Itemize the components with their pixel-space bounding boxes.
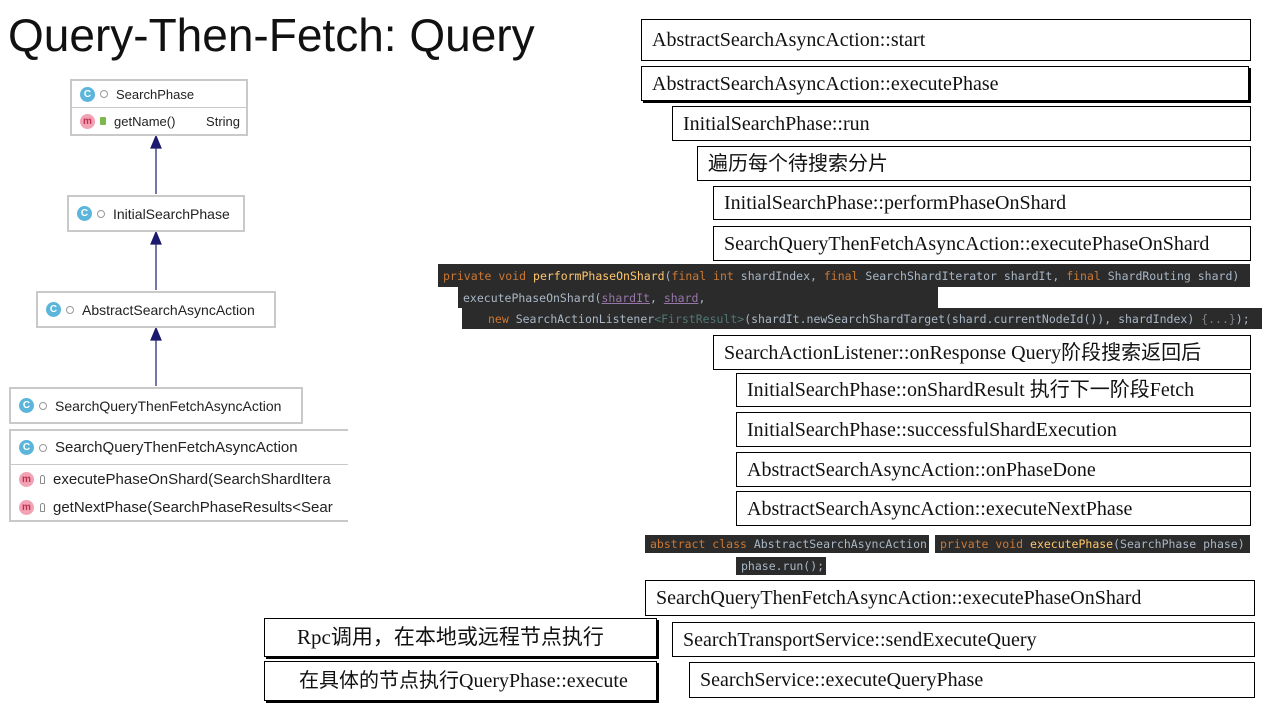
code-text: (shardIt.newSearchShardTarget(shard.curr… <box>744 311 1202 326</box>
call-step-start: AbstractSearchAsyncAction::start <box>641 19 1251 61</box>
code-keyword: private void <box>443 268 534 283</box>
method-icon: m <box>19 499 34 515</box>
code-new-listener: new SearchActionListener <FirstResult> (sh… <box>462 308 1262 329</box>
code-text: shardIndex, <box>740 268 824 283</box>
class-icon: C <box>77 206 92 221</box>
class-icon: C <box>19 440 34 455</box>
code-text: ); <box>1235 311 1250 326</box>
inherit-arrowhead-1 <box>150 134 162 149</box>
note-rpc: Rpc调用，在本地或远程节点执行 <box>264 618 657 657</box>
call-step-on-shard-result: InitialSearchPhase::onShardResult 执行下一阶段… <box>736 373 1251 407</box>
protected-key-icon <box>40 502 45 512</box>
inherit-arrowhead-2 <box>150 230 162 245</box>
call-step-on-phase-done: AbstractSearchAsyncAction::onPhaseDone <box>736 452 1251 487</box>
method-execute-phase-on-shard: executePhaseOnShard(SearchShardItera <box>53 470 331 488</box>
code-execute-phase-on-shard-call: executePhaseOnShard(shardIt, shard, <box>458 287 938 308</box>
inherit-arrowhead-3 <box>150 326 162 341</box>
code-perform-phase-on-shard: private void performPhaseOnShard(final i… <box>438 264 1250 287</box>
code-fold[interactable]: {...} <box>1201 312 1236 326</box>
call-step-successful-shard-execution: InitialSearchPhase::successfulShardExecu… <box>736 412 1251 447</box>
code-function: performPhaseOnShard <box>533 268 665 283</box>
code-keyword: final <box>1066 268 1108 283</box>
visibility-icon <box>39 443 47 452</box>
code-param: shardIt <box>601 290 650 305</box>
class-initial-search-phase[interactable]: C InitialSearchPhase <box>67 195 245 232</box>
code-execute-phase: private void executePhase (SearchPhase ph… <box>935 535 1250 553</box>
class-icon: C <box>19 398 34 413</box>
code-generic: <FirstResult> <box>654 311 745 326</box>
call-step-initial-run: InitialSearchPhase::run <box>672 106 1251 141</box>
class-name: SearchQueryThenFetchAsyncAction <box>55 397 282 414</box>
call-step-execute-phase-on-shard-2: SearchQueryThenFetchAsyncAction::execute… <box>645 580 1255 616</box>
call-step-iterate-shards: 遍历每个待搜索分片 <box>697 146 1251 181</box>
visibility-icon <box>100 90 108 98</box>
method-get-next-phase: getNextPhase(SearchPhaseResults<Sear <box>53 498 333 516</box>
code-function: executePhase <box>1030 537 1114 551</box>
call-step-execute-phase: AbstractSearchAsyncAction::executePhase <box>641 66 1249 101</box>
call-step-perform-phase-on-shard: InitialSearchPhase::performPhaseOnShard <box>713 186 1251 220</box>
class-name: SearchPhase <box>116 86 195 102</box>
method-icon: m <box>19 471 34 487</box>
code-text: (SearchPhase phase) <box>1113 537 1245 551</box>
code-text: , <box>649 290 664 305</box>
visibility-icon <box>97 209 105 218</box>
class-search-phase[interactable]: C SearchPhase m getName() String <box>70 79 248 136</box>
class-detail-search-query-then-fetch[interactable]: C SearchQueryThenFetchAsyncAction m exec… <box>9 429 348 522</box>
code-param: shard <box>663 290 699 305</box>
code-keyword: new <box>488 311 516 326</box>
code-text: ( <box>664 268 672 283</box>
code-text: AbstractSearchAsyncAction <box>753 537 927 551</box>
note-query-phase: 在具体的节点执行QueryPhase::execute <box>264 661 657 701</box>
visibility-icon <box>66 305 74 314</box>
code-text: , <box>698 290 706 305</box>
call-step-execute-next-phase: AbstractSearchAsyncAction::executeNextPh… <box>736 491 1251 526</box>
call-step-execute-phase-on-shard: SearchQueryThenFetchAsyncAction::execute… <box>713 226 1251 261</box>
code-keyword: abstract class <box>650 537 754 551</box>
code-keyword: final <box>823 268 866 283</box>
class-abstract-search-async-action[interactable]: C AbstractSearchAsyncAction <box>36 291 276 328</box>
class-icon: C <box>46 302 61 317</box>
code-abstract-class: abstract class AbstractSearchAsyncAction <box>645 535 929 553</box>
method-name: getName() <box>114 113 176 129</box>
code-keyword: final int <box>671 268 741 283</box>
code-text: ShardRouting shard) <box>1107 268 1240 283</box>
class-name: AbstractSearchAsyncAction <box>82 301 255 318</box>
call-step-send-execute-query: SearchTransportService::sendExecuteQuery <box>672 622 1255 657</box>
code-keyword: private void <box>940 537 1031 551</box>
code-phase-run: phase.run(); <box>736 557 826 575</box>
visibility-icon <box>39 401 47 410</box>
public-lock-icon <box>100 117 106 125</box>
class-search-query-then-fetch[interactable]: C SearchQueryThenFetchAsyncAction <box>9 387 303 424</box>
call-step-on-response: SearchActionListener::onResponse Query阶段… <box>713 335 1251 370</box>
code-text: SearchActionListener <box>515 311 655 326</box>
code-text: executePhaseOnShard( <box>463 290 602 305</box>
call-step-execute-query-phase: SearchService::executeQueryPhase <box>689 662 1255 698</box>
method-icon: m <box>80 113 95 129</box>
class-name: InitialSearchPhase <box>113 205 230 222</box>
return-type: String <box>206 113 240 129</box>
protected-key-icon <box>40 474 45 484</box>
class-icon: C <box>80 86 95 102</box>
code-text: SearchShardIterator shardIt, <box>865 268 1067 283</box>
class-name: SearchQueryThenFetchAsyncAction <box>55 439 298 456</box>
